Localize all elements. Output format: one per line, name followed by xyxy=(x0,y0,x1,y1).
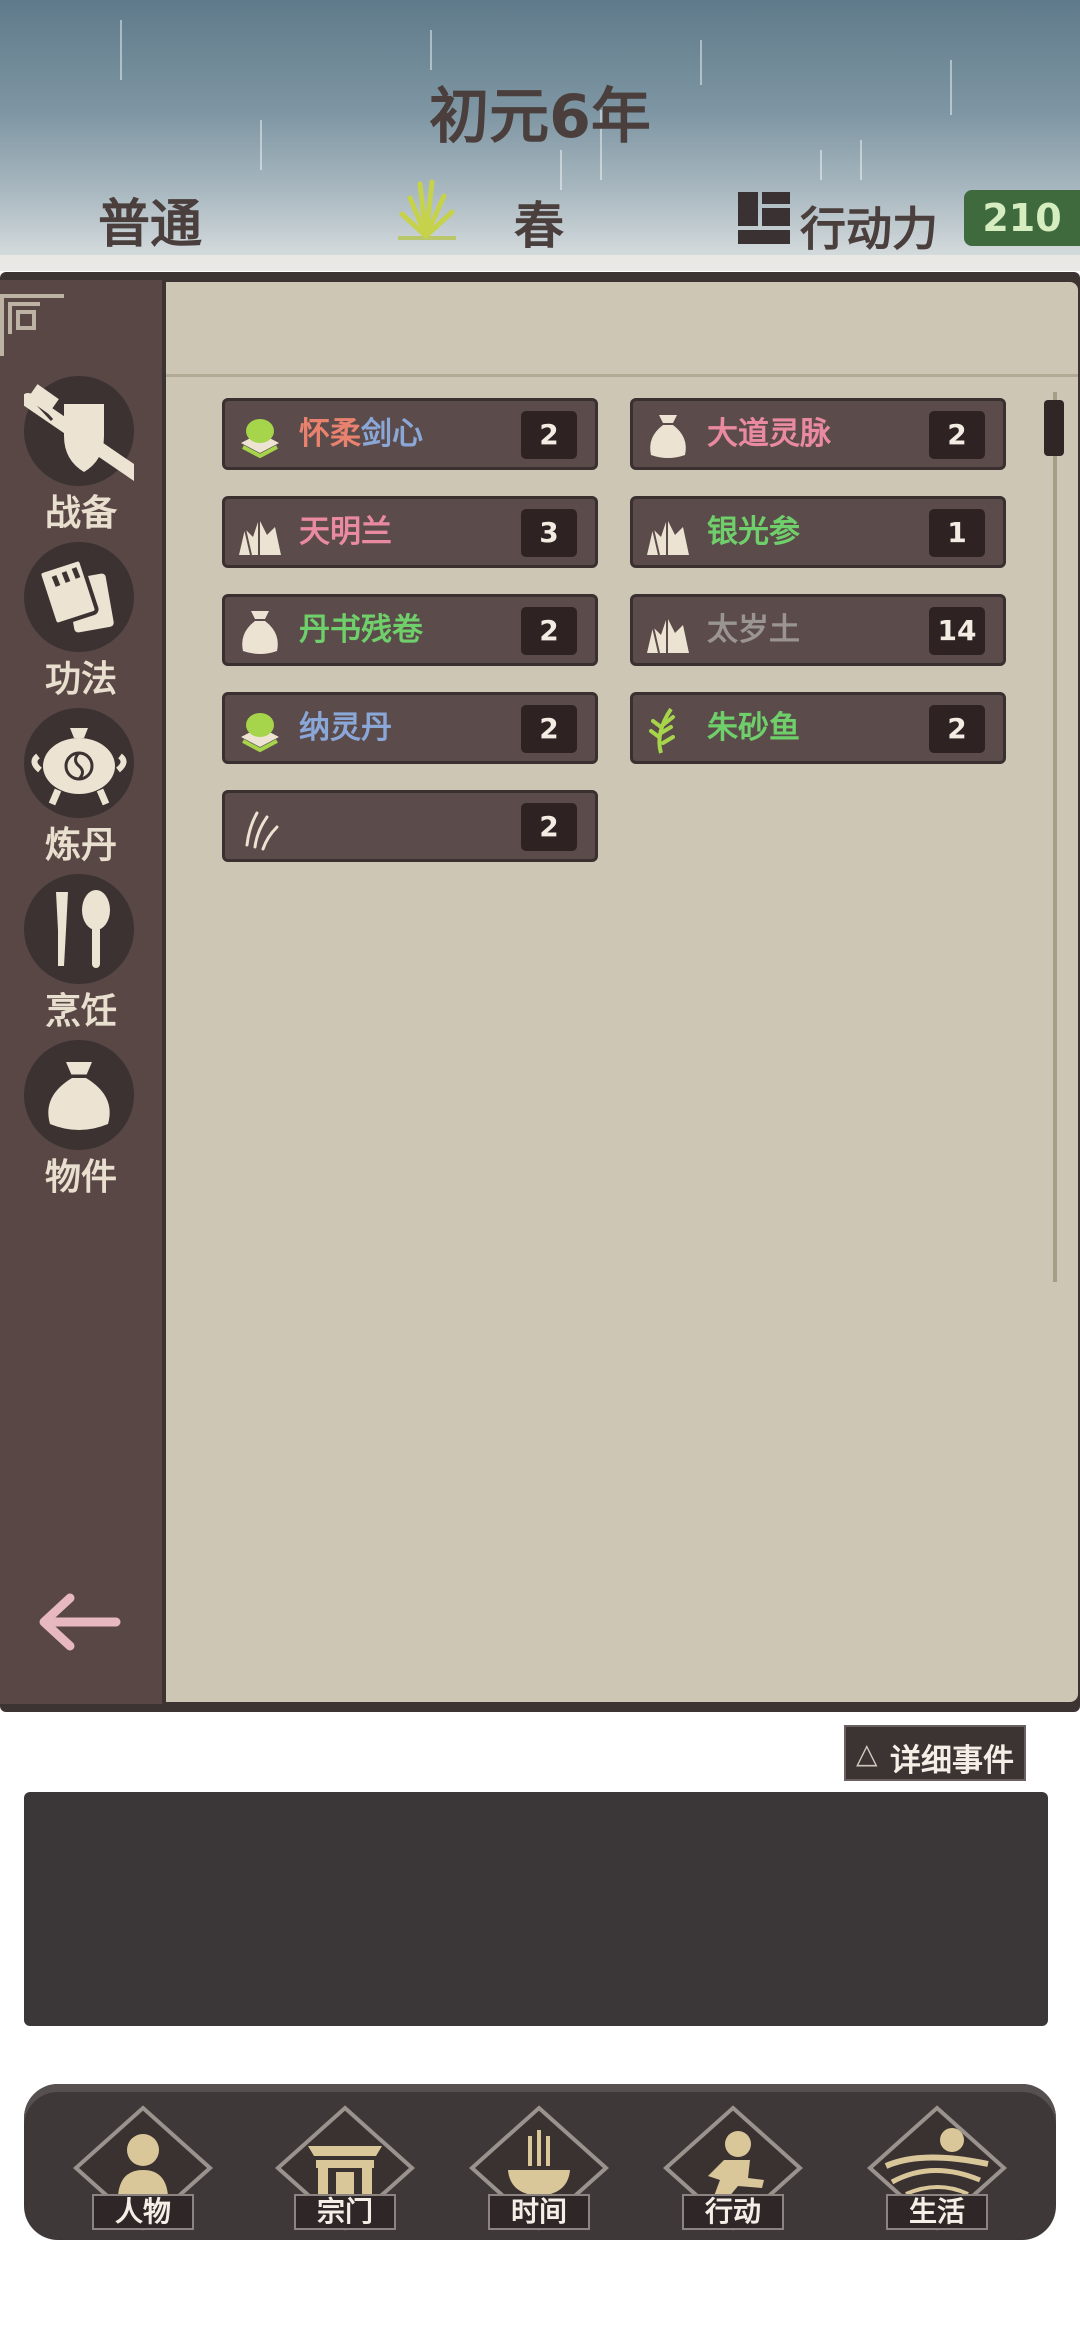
cooking-utensils-icon xyxy=(56,890,110,968)
item-name: 怀柔剑心 xyxy=(299,413,423,455)
nav-item-sect[interactable]: 宗门 xyxy=(270,2100,420,2234)
item-count: 2 xyxy=(929,411,985,459)
corner-ornament-icon xyxy=(0,294,64,356)
item-count: 1 xyxy=(929,509,985,557)
inventory-content: 怀柔剑心 2 大道灵脉 2 天明兰 3 银光参 1 丹书残卷 2 太岁土 14 … xyxy=(166,282,1078,1702)
nav-label-time: 时间 xyxy=(488,2194,590,2230)
item-count: 2 xyxy=(929,705,985,753)
herb-sprig-icon xyxy=(649,707,675,754)
item-name: 朱砂鱼 xyxy=(707,710,800,746)
item-count: 2 xyxy=(521,705,577,753)
category-sidebar: 战备 功法 炼丹 烹饪 物件 xyxy=(0,280,162,1704)
detail-events-button[interactable]: △ 详细事件 xyxy=(844,1725,1026,1781)
ore-crystal-icon xyxy=(239,519,281,556)
item-name: 丹书残卷 xyxy=(299,612,423,648)
nav-item-time[interactable]: 时间 xyxy=(464,2100,614,2234)
content-header-area xyxy=(166,282,1078,377)
ore-crystal-icon xyxy=(647,617,689,654)
inventory-item[interactable]: 2 xyxy=(222,790,598,862)
nav-label-action: 行动 xyxy=(682,2194,784,2230)
item-count: 2 xyxy=(521,607,577,655)
ore-crystal-icon xyxy=(647,519,689,556)
nav-item-life[interactable]: 生活 xyxy=(862,2100,1012,2234)
event-log-box xyxy=(24,1792,1048,2026)
action-points-icon xyxy=(738,192,790,244)
item-name: 太岁土 xyxy=(707,612,800,648)
inventory-item[interactable]: 朱砂鱼 2 xyxy=(630,692,1006,764)
inventory-item[interactable]: 大道灵脉 2 xyxy=(630,398,1006,470)
item-name-part: 怀柔 xyxy=(299,416,361,452)
claw-scratch-icon xyxy=(245,811,279,851)
inventory-item[interactable]: 怀柔剑心 2 xyxy=(222,398,598,470)
nav-label-life: 生活 xyxy=(886,2194,988,2230)
action-points-label: 行动力 xyxy=(800,202,938,255)
nav-item-action[interactable]: 行动 xyxy=(658,2100,808,2234)
jade-pedestal-icon xyxy=(241,713,279,753)
sidebar-label-equipment: 战备 xyxy=(44,493,117,534)
item-count: 2 xyxy=(521,411,577,459)
difficulty-label: 普通 xyxy=(98,195,203,255)
sidebar-item-items[interactable]: 物件 xyxy=(0,1040,162,1200)
scroll-book-icon xyxy=(37,557,114,633)
item-name-part: 剑心 xyxy=(361,416,423,452)
item-count: 2 xyxy=(521,803,577,851)
nav-label-character: 人物 xyxy=(92,2194,194,2230)
pouch-icon xyxy=(242,611,278,654)
season-label: 春 xyxy=(514,197,564,255)
sidebar-label-items: 物件 xyxy=(44,1157,117,1198)
item-name: 纳灵丹 xyxy=(299,710,392,746)
sidebar-item-cooking[interactable]: 烹饪 xyxy=(0,874,162,1034)
inventory-item[interactable]: 纳灵丹 2 xyxy=(222,692,598,764)
scrollbar-thumb[interactable] xyxy=(1044,400,1064,456)
item-count: 14 xyxy=(929,607,985,655)
inventory-item[interactable]: 银光参 1 xyxy=(630,496,1006,568)
sidebar-item-techniques[interactable]: 功法 xyxy=(0,542,162,702)
scrollbar-track[interactable] xyxy=(1053,392,1057,1282)
triangle-up-icon: △ xyxy=(856,1737,878,1770)
sword-shield-icon xyxy=(24,384,134,482)
back-arrow-icon[interactable] xyxy=(36,1592,122,1652)
sidebar-label-cooking: 烹饪 xyxy=(44,991,117,1032)
item-count: 3 xyxy=(521,509,577,557)
alchemy-furnace-icon xyxy=(31,728,127,806)
nav-label-sect: 宗门 xyxy=(294,2194,396,2230)
sidebar-label-alchemy: 炼丹 xyxy=(44,825,117,866)
spring-grass-icon xyxy=(398,179,456,240)
action-points-value: 210 xyxy=(964,190,1080,246)
item-name: 大道灵脉 xyxy=(707,416,831,452)
header-divider xyxy=(0,255,1080,271)
sidebar-item-equipment[interactable]: 战备 xyxy=(0,376,162,536)
detail-events-label: 详细事件 xyxy=(890,1743,1014,1779)
item-name: 银光参 xyxy=(707,514,800,550)
inventory-item[interactable]: 太岁土 14 xyxy=(630,594,1006,666)
pouch-icon xyxy=(48,1062,110,1130)
nav-item-character[interactable]: 人物 xyxy=(68,2100,218,2234)
sidebar-item-alchemy[interactable]: 炼丹 xyxy=(0,708,162,868)
inventory-item[interactable]: 天明兰 3 xyxy=(222,496,598,568)
item-name: 天明兰 xyxy=(299,514,392,550)
year-title: 初元6年 xyxy=(429,82,651,152)
sidebar-label-techniques: 功法 xyxy=(44,659,117,700)
top-status-bar: 初元6年 普通 春 行动力 210 xyxy=(0,0,1080,255)
inventory-item[interactable]: 丹书残卷 2 xyxy=(222,594,598,666)
jade-pedestal-icon xyxy=(241,419,279,459)
inventory-panel: 战备 功法 炼丹 烹饪 物件 怀柔剑心 2 大道灵脉 2 天明兰 3 银光参 1… xyxy=(0,272,1080,1712)
pouch-icon xyxy=(650,415,686,458)
